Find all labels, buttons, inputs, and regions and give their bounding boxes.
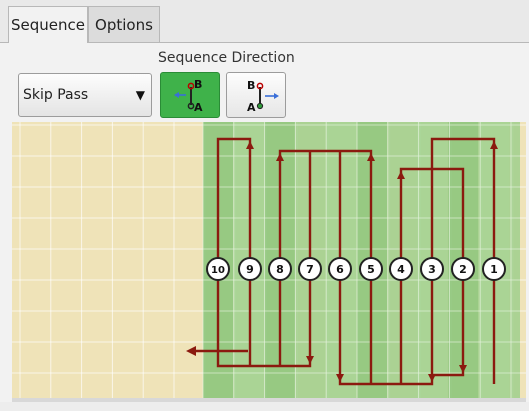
dropdown-arrow-icon: ▼ bbox=[135, 88, 145, 102]
pass-badge-label: 4 bbox=[397, 263, 405, 276]
pass-badge-label: 7 bbox=[306, 263, 314, 276]
sequence-preview-graphic: 10 9 8 7 6 5 4 3 2 1 bbox=[12, 122, 526, 398]
direction-b-to-a-button[interactable]: B A bbox=[226, 72, 286, 118]
direction-a-letter: A bbox=[247, 101, 256, 114]
pattern-select[interactable]: Skip Pass ▼ bbox=[18, 73, 152, 117]
exit-arrowhead bbox=[186, 346, 196, 356]
direction-b-letter: B bbox=[194, 78, 202, 91]
pattern-select-value: Skip Pass bbox=[23, 87, 89, 103]
tab-divider-gap bbox=[9, 42, 87, 43]
tab-sequence[interactable]: Sequence bbox=[8, 6, 88, 43]
direction-b-letter: B bbox=[247, 79, 255, 92]
pass-badge-label: 2 bbox=[459, 263, 467, 276]
pass-badge-label: 10 bbox=[211, 265, 225, 276]
pass-badge-label: 9 bbox=[246, 263, 254, 276]
pass-badge-label: 3 bbox=[428, 263, 436, 276]
direction-a-letter: A bbox=[194, 101, 203, 114]
pass-badge-label: 1 bbox=[490, 263, 498, 276]
sequence-direction-label: Sequence Direction bbox=[158, 50, 295, 66]
canvas-margin bbox=[0, 122, 12, 402]
tab-options[interactable]: Options bbox=[88, 6, 160, 42]
direction-a-to-b-icon: B A bbox=[174, 78, 203, 114]
pass-badge-label: 6 bbox=[336, 263, 344, 276]
status-strip bbox=[0, 402, 529, 411]
sequence-preview-canvas: 10 9 8 7 6 5 4 3 2 1 bbox=[12, 122, 526, 398]
pass-badge-label: 8 bbox=[276, 263, 284, 276]
direction-a-to-b-button[interactable]: B A bbox=[160, 72, 220, 118]
pass-badge-label: 5 bbox=[367, 263, 375, 276]
direction-b-to-a-icon: B A bbox=[247, 79, 279, 114]
